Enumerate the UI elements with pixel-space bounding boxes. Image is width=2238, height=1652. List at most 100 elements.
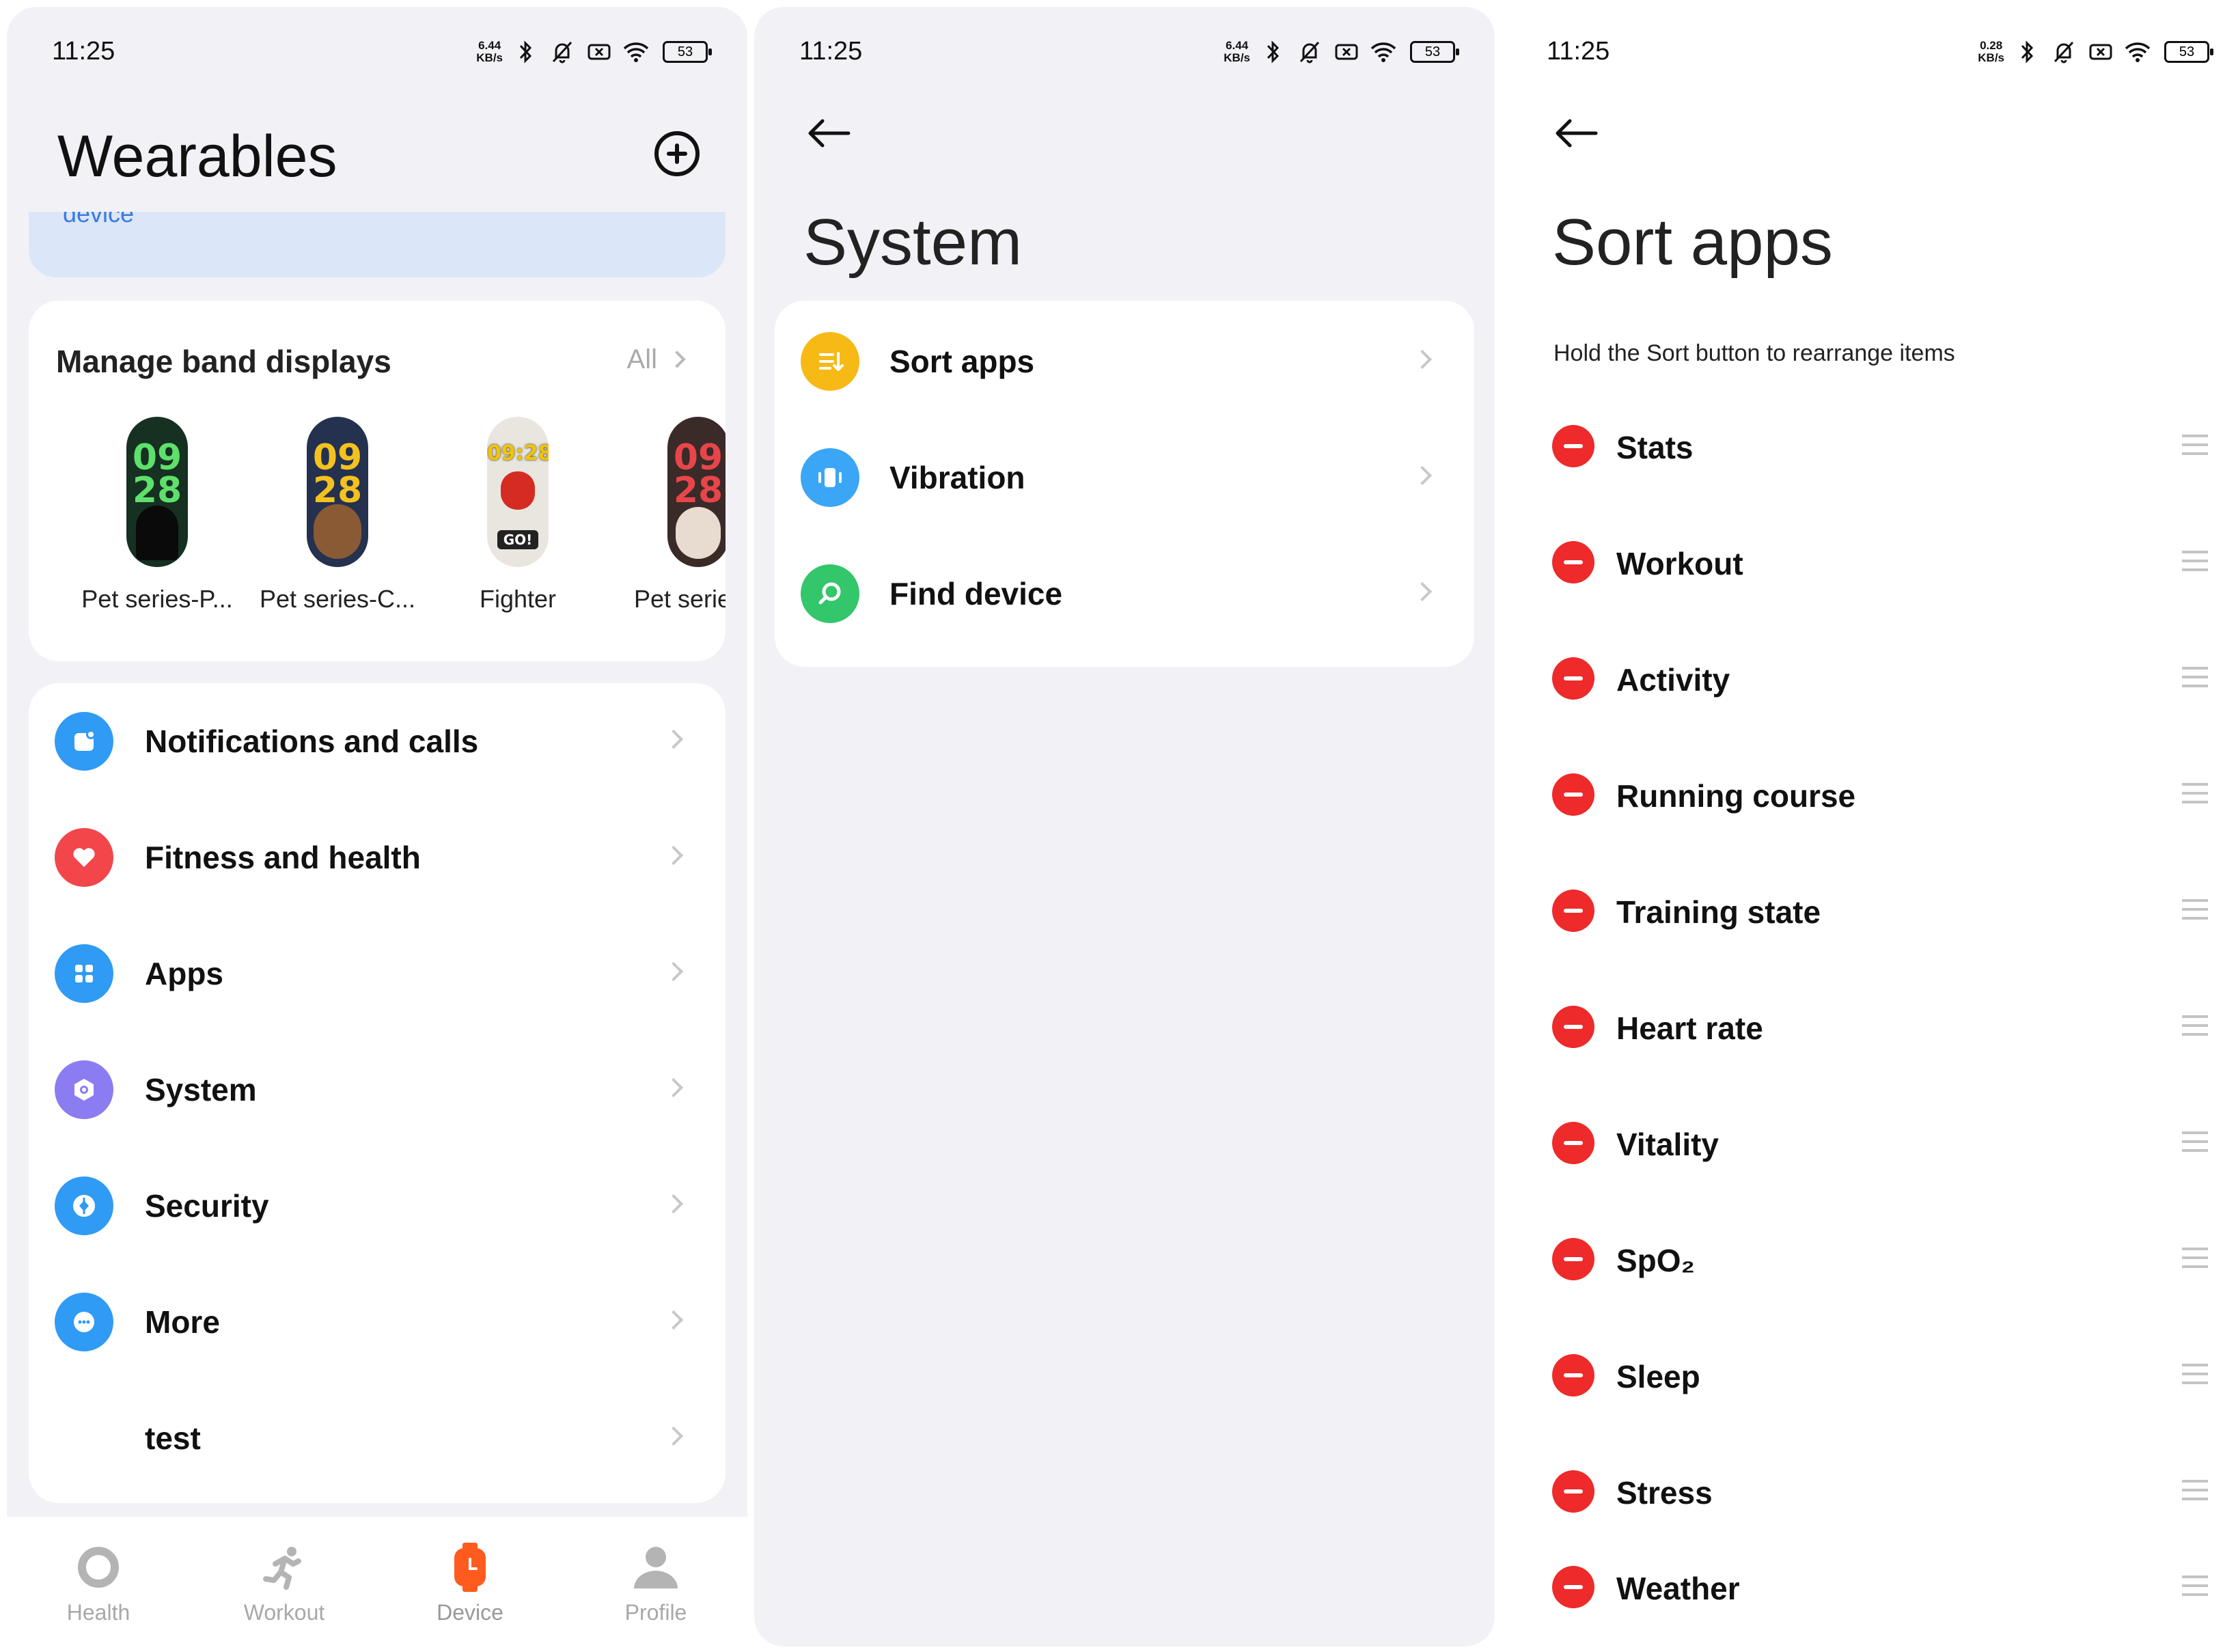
chevron-right-icon (663, 1310, 684, 1330)
chevron-right-icon (1412, 349, 1433, 370)
tab-device[interactable]: Device (402, 1540, 538, 1625)
menu-item-label: Security (145, 1188, 269, 1224)
menu-item-notifications[interactable]: Notifications and calls (29, 683, 726, 799)
page-title: Sort apps (1552, 206, 1833, 279)
band-displays-title: Manage band displays (56, 344, 391, 379)
band-face-item[interactable]: 09:28 GO! Fighter (429, 417, 607, 614)
menu-item-label: Fitness and health (145, 840, 421, 875)
band-face-item[interactable]: 09 28 Pet series (609, 417, 726, 614)
menu-item-label: test (145, 1420, 201, 1456)
remove-app-button[interactable] (1552, 1006, 1594, 1048)
menu-item-apps[interactable]: Apps (29, 916, 726, 1032)
back-arrow-icon[interactable] (1552, 116, 1600, 150)
no-sim-icon (1332, 38, 1361, 66)
tab-label: Profile (624, 1600, 687, 1625)
remove-app-button[interactable] (1552, 1566, 1594, 1608)
drag-handle-icon[interactable] (2182, 667, 2208, 687)
remove-app-button[interactable] (1552, 1470, 1594, 1513)
menu-item-security[interactable]: Security (29, 1148, 726, 1264)
drag-handle-icon[interactable] (2182, 1480, 2208, 1500)
remove-app-button[interactable] (1552, 657, 1594, 700)
sortable-app-row: Vitality (1502, 1086, 2238, 1202)
status-time: 11:25 (799, 37, 863, 66)
app-name: Stats (1616, 430, 1694, 465)
band-displays-all-link[interactable]: All (627, 344, 683, 375)
drag-handle-icon[interactable] (2182, 783, 2208, 803)
drag-handle-icon[interactable] (2182, 1575, 2208, 1596)
menu-item-system[interactable]: System (29, 1032, 726, 1148)
menu-item-label: System (145, 1072, 257, 1107)
chevron-right-icon (663, 1426, 684, 1446)
band-face-carousel[interactable]: 09 28 Pet series-P... 09 28 Pet series-C… (29, 417, 726, 635)
app-name: Training state (1616, 894, 1821, 930)
system-settings-list: Sort apps Vibration Find device (775, 301, 1474, 667)
tab-health[interactable]: Health (30, 1540, 167, 1625)
chevron-right-icon (663, 961, 684, 982)
system-item-find-device[interactable]: Find device (775, 533, 1474, 649)
status-bar: 11:25 6.44 KB/s 53 (754, 7, 1495, 89)
device-banner[interactable]: device (29, 212, 726, 277)
drag-handle-icon[interactable] (2182, 1131, 2208, 1152)
band-face-label: Pet series-C... (259, 585, 416, 613)
app-name: SpO₂ (1616, 1243, 1695, 1278)
system-item-vibration[interactable]: Vibration (775, 417, 1474, 533)
bluetooth-icon (511, 38, 540, 66)
sortable-app-row: Heart rate (1502, 970, 2238, 1086)
menu-item-more[interactable]: More (29, 1264, 726, 1380)
network-speed: 6.44 KB/s (476, 39, 503, 64)
app-name: Activity (1616, 662, 1730, 698)
apps-grid-icon (55, 944, 113, 1003)
drag-handle-icon[interactable] (2182, 435, 2208, 455)
remove-app-button[interactable] (1552, 1238, 1594, 1280)
remove-app-button[interactable] (1552, 890, 1594, 932)
band-face-item[interactable]: 09 28 Pet series-P... (68, 417, 246, 614)
tab-profile[interactable]: Profile (588, 1540, 724, 1625)
status-time: 11:25 (52, 37, 115, 66)
band-face-item[interactable]: 09 28 Pet series-C... (249, 417, 426, 614)
remove-app-button[interactable] (1552, 773, 1594, 816)
app-name: Sleep (1616, 1359, 1700, 1394)
add-device-button[interactable] (654, 131, 700, 176)
runner-icon (257, 1540, 312, 1595)
remove-app-button[interactable] (1552, 1354, 1594, 1396)
bluetooth-icon (2013, 38, 2041, 66)
menu-item-label: Apps (145, 956, 223, 991)
drag-handle-icon[interactable] (2182, 1364, 2208, 1384)
mute-bell-icon (2049, 38, 2078, 66)
drag-handle-icon[interactable] (2182, 1015, 2208, 1036)
remove-app-button[interactable] (1552, 425, 1594, 467)
wifi-icon (622, 38, 650, 66)
drag-handle-icon[interactable] (2182, 551, 2208, 571)
hexagon-icon (55, 1060, 113, 1119)
chevron-right-icon (663, 1077, 684, 1098)
chevron-right-icon (663, 1194, 684, 1214)
remove-app-button[interactable] (1552, 1122, 1594, 1164)
drag-handle-icon[interactable] (2182, 899, 2208, 920)
tab-workout[interactable]: Workout (216, 1540, 353, 1625)
ellipsis-icon (55, 1293, 113, 1351)
shield-icon (55, 1176, 113, 1235)
drag-handle-icon[interactable] (2182, 1248, 2208, 1268)
band-face-label: Pet series (634, 585, 726, 613)
chevron-right-icon (1412, 581, 1433, 602)
sort-icon (801, 332, 859, 391)
system-screen: 11:25 6.44 KB/s 53 System Sort apps Vibra… (754, 7, 1495, 1647)
band-face-thumbnail: 09:28 GO! (487, 417, 549, 567)
wifi-icon (1369, 38, 1398, 66)
battery-indicator: 53 (1410, 41, 1459, 63)
page-title: Wearables (57, 124, 337, 189)
sortable-app-row: SpO₂ (1502, 1202, 2238, 1319)
chevron-right-icon (663, 845, 684, 866)
system-item-label: Sort apps (889, 344, 1035, 379)
back-arrow-icon[interactable] (805, 116, 853, 150)
notification-icon (55, 712, 113, 771)
tab-label: Workout (243, 1600, 325, 1625)
menu-item-test[interactable]: test (29, 1380, 726, 1496)
battery-indicator: 53 (663, 41, 712, 63)
system-item-sort-apps[interactable]: Sort apps (775, 301, 1474, 417)
sortable-app-row: Running course (1502, 738, 2238, 854)
remove-app-button[interactable] (1552, 541, 1594, 583)
sort-apps-screen: 11:25 0.28 KB/s 53 Sort apps Hold the Sor… (1502, 7, 2238, 1647)
network-speed: 0.28 KB/s (1978, 39, 2004, 64)
menu-item-fitness[interactable]: Fitness and health (29, 799, 726, 916)
